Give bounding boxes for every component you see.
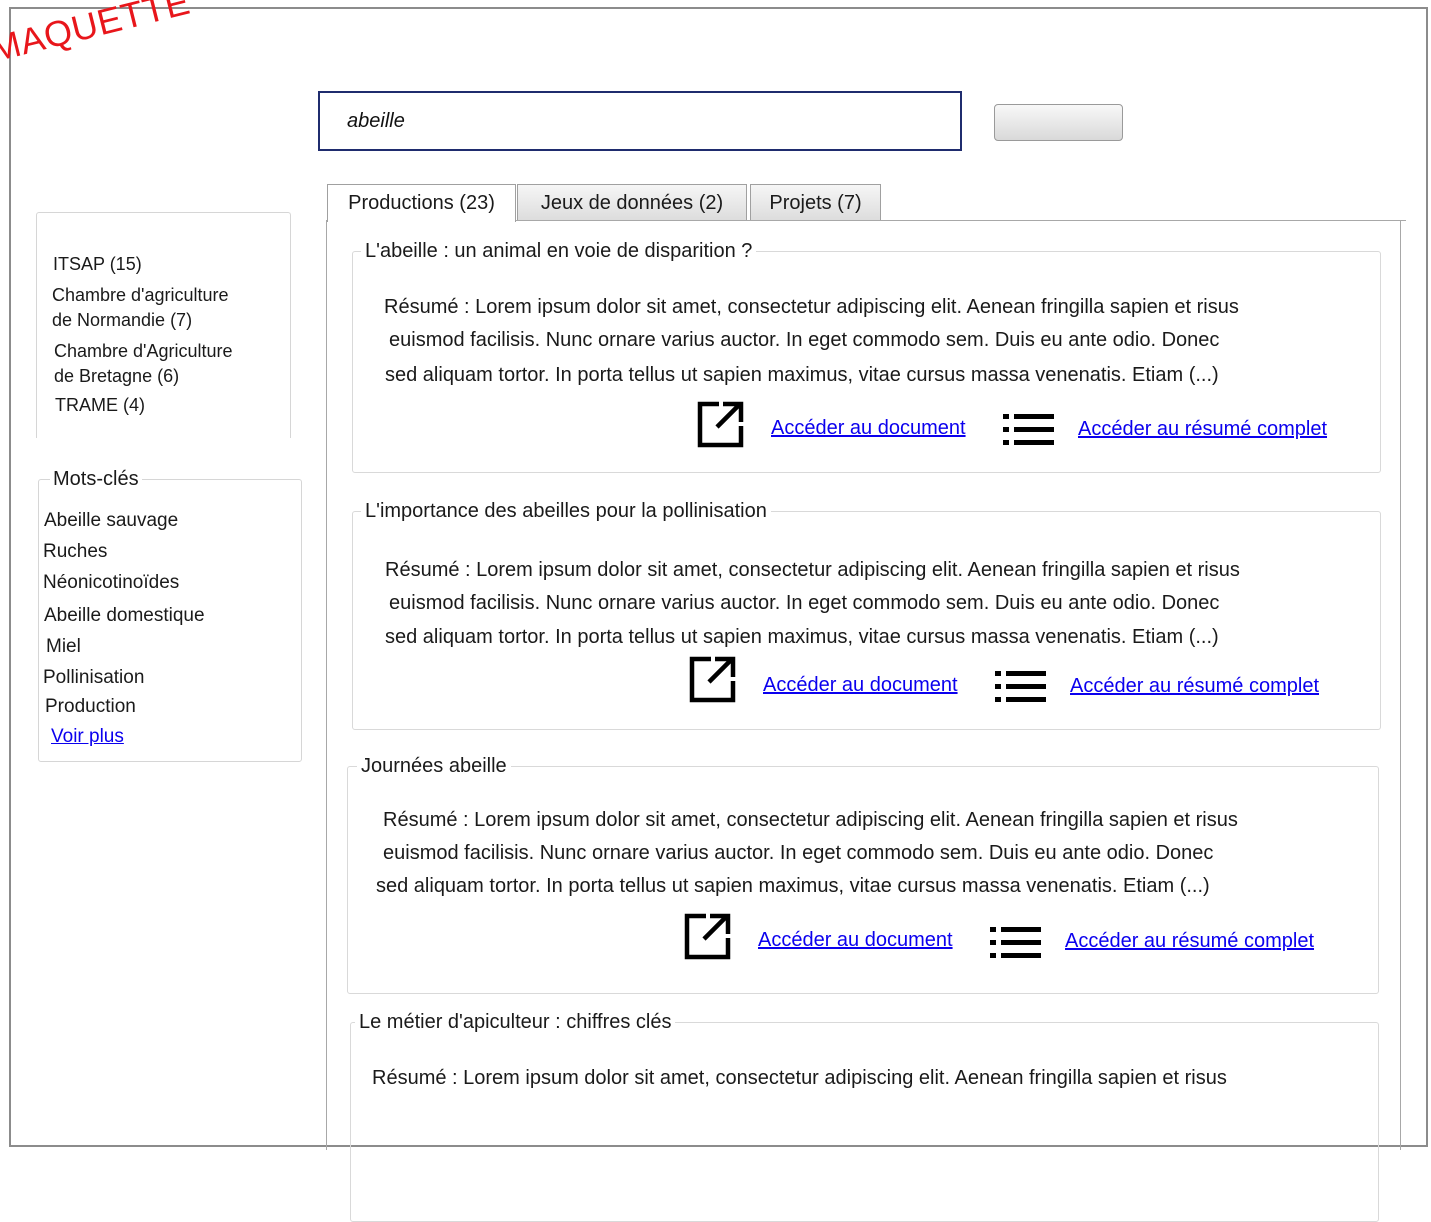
abstract-line: sed aliquam tortor. In porta tellus ut s… bbox=[385, 364, 1219, 386]
abstract-line: euismod facilisis. Nunc ornare varius au… bbox=[389, 592, 1220, 614]
keyword-item[interactable]: Abeille domestique bbox=[44, 605, 205, 627]
result-title[interactable]: L'importance des abeilles pour la pollin… bbox=[361, 499, 771, 523]
abstract-line: sed aliquam tortor. In porta tellus ut s… bbox=[385, 626, 1219, 648]
abstract-line: Résumé : Lorem ipsum dolor sit amet, con… bbox=[385, 559, 1240, 581]
full-summary-link[interactable]: Accéder au résumé complet bbox=[1065, 930, 1314, 953]
keywords-legend: Mots-clés bbox=[50, 468, 142, 490]
result-abstract: Résumé : Lorem ipsum dolor sit amet, con… bbox=[384, 291, 1239, 390]
abstract-line: Résumé : Lorem ipsum dolor sit amet, con… bbox=[383, 809, 1238, 831]
keywords-panel: Mots-clés Abeille sauvage Ruches Néonico… bbox=[38, 468, 302, 762]
abstract-line: Résumé : Lorem ipsum dolor sit amet, con… bbox=[384, 296, 1239, 318]
access-document-link[interactable]: Accéder au document bbox=[763, 674, 958, 697]
abstract-line: euismod facilisis. Nunc ornare varius au… bbox=[383, 842, 1214, 864]
list-icon[interactable] bbox=[990, 925, 1042, 961]
tab-datasets[interactable]: Jeux de données (2) bbox=[517, 184, 747, 221]
keyword-item[interactable]: Pollinisation bbox=[43, 667, 144, 689]
tab-productions[interactable]: Productions (23) bbox=[327, 184, 516, 222]
facet-item[interactable]: ITSAP (15) bbox=[53, 252, 142, 277]
see-more-link[interactable]: Voir plus bbox=[51, 726, 124, 748]
abstract-line: euismod facilisis. Nunc ornare varius au… bbox=[389, 329, 1220, 351]
access-document-link[interactable]: Accéder au document bbox=[758, 929, 953, 952]
result-card: L'abeille : un animal en voie de dispari… bbox=[352, 239, 1381, 473]
keyword-item[interactable]: Ruches bbox=[43, 541, 107, 563]
full-summary-link[interactable]: Accéder au résumé complet bbox=[1078, 418, 1327, 441]
organisation-facets: ITSAP (15) Chambre d'agriculture de Norm… bbox=[36, 212, 291, 438]
tab-projects[interactable]: Projets (7) bbox=[750, 184, 881, 221]
search-input[interactable] bbox=[318, 91, 962, 151]
result-title[interactable]: Le métier d'apiculteur : chiffres clés bbox=[355, 1010, 676, 1034]
facet-item[interactable]: Chambre d'Agriculture de Bretagne (6) bbox=[54, 339, 233, 389]
keyword-item[interactable]: Production bbox=[45, 696, 136, 718]
access-document-link[interactable]: Accéder au document bbox=[771, 417, 966, 440]
full-summary-link[interactable]: Accéder au résumé complet bbox=[1070, 675, 1319, 698]
result-title[interactable]: L'abeille : un animal en voie de dispari… bbox=[361, 239, 757, 263]
abstract-line: sed aliquam tortor. In porta tellus ut s… bbox=[376, 875, 1210, 897]
result-abstract: Résumé : Lorem ipsum dolor sit amet, con… bbox=[372, 1062, 1227, 1095]
result-abstract: Résumé : Lorem ipsum dolor sit amet, con… bbox=[376, 804, 1238, 903]
keyword-item[interactable]: Abeille sauvage bbox=[44, 510, 178, 532]
list-icon[interactable] bbox=[1003, 412, 1055, 448]
result-abstract: Résumé : Lorem ipsum dolor sit amet, con… bbox=[385, 554, 1240, 653]
list-icon[interactable] bbox=[995, 669, 1047, 705]
keyword-item[interactable]: Néonicotinoïdes bbox=[43, 572, 179, 594]
external-link-icon[interactable] bbox=[697, 400, 745, 448]
external-link-icon[interactable] bbox=[689, 655, 737, 703]
facet-item[interactable]: Chambre d'agriculture de Normandie (7) bbox=[52, 283, 229, 333]
result-title[interactable]: Journées abeille bbox=[357, 754, 511, 778]
result-card: Journées abeille Résumé : Lorem ipsum do… bbox=[347, 754, 1379, 994]
facet-item[interactable]: TRAME (4) bbox=[55, 393, 145, 418]
search-button[interactable] bbox=[994, 104, 1123, 141]
results-panel: L'abeille : un animal en voie de dispari… bbox=[326, 220, 1401, 1222]
external-link-icon[interactable] bbox=[684, 912, 732, 960]
keyword-item[interactable]: Miel bbox=[46, 636, 81, 658]
result-card: Le métier d'apiculteur : chiffres clés R… bbox=[350, 1010, 1379, 1222]
abstract-line: Résumé : Lorem ipsum dolor sit amet, con… bbox=[372, 1067, 1227, 1089]
result-card: L'importance des abeilles pour la pollin… bbox=[352, 499, 1381, 730]
